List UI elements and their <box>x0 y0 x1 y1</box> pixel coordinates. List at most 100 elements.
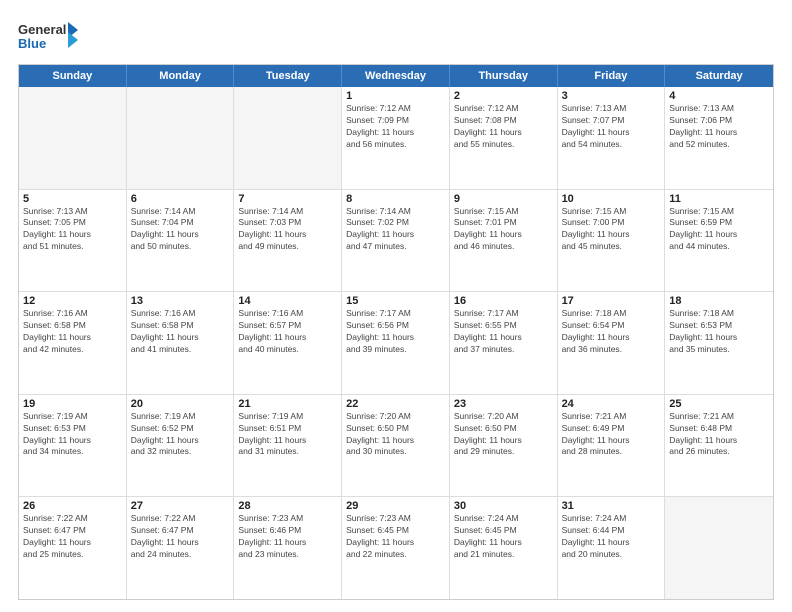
day-cell-15: 15Sunrise: 7:17 AMSunset: 6:56 PMDayligh… <box>342 292 450 394</box>
svg-text:General: General <box>18 22 66 37</box>
day-info-16: Sunrise: 7:17 AMSunset: 6:55 PMDaylight:… <box>454 308 553 356</box>
logo-icon: General Blue <box>18 18 78 56</box>
day-cell-22: 22Sunrise: 7:20 AMSunset: 6:50 PMDayligh… <box>342 395 450 497</box>
day-cell-30: 30Sunrise: 7:24 AMSunset: 6:45 PMDayligh… <box>450 497 558 599</box>
day-number-5: 5 <box>23 193 122 205</box>
day-info-19: Sunrise: 7:19 AMSunset: 6:53 PMDaylight:… <box>23 411 122 459</box>
day-info-25: Sunrise: 7:21 AMSunset: 6:48 PMDaylight:… <box>669 411 769 459</box>
day-info-22: Sunrise: 7:20 AMSunset: 6:50 PMDaylight:… <box>346 411 445 459</box>
day-info-29: Sunrise: 7:23 AMSunset: 6:45 PMDaylight:… <box>346 513 445 561</box>
day-info-8: Sunrise: 7:14 AMSunset: 7:02 PMDaylight:… <box>346 206 445 254</box>
calendar-header-row: SundayMondayTuesdayWednesdayThursdayFrid… <box>19 65 773 87</box>
day-info-9: Sunrise: 7:15 AMSunset: 7:01 PMDaylight:… <box>454 206 553 254</box>
day-info-18: Sunrise: 7:18 AMSunset: 6:53 PMDaylight:… <box>669 308 769 356</box>
day-cell-10: 10Sunrise: 7:15 AMSunset: 7:00 PMDayligh… <box>558 190 666 292</box>
day-number-12: 12 <box>23 295 122 307</box>
day-info-21: Sunrise: 7:19 AMSunset: 6:51 PMDaylight:… <box>238 411 337 459</box>
day-cell-3: 3Sunrise: 7:13 AMSunset: 7:07 PMDaylight… <box>558 87 666 189</box>
day-info-6: Sunrise: 7:14 AMSunset: 7:04 PMDaylight:… <box>131 206 230 254</box>
day-cell-1: 1Sunrise: 7:12 AMSunset: 7:09 PMDaylight… <box>342 87 450 189</box>
header-sunday: Sunday <box>19 65 127 87</box>
header-friday: Friday <box>558 65 666 87</box>
day-info-1: Sunrise: 7:12 AMSunset: 7:09 PMDaylight:… <box>346 103 445 151</box>
day-info-24: Sunrise: 7:21 AMSunset: 6:49 PMDaylight:… <box>562 411 661 459</box>
day-info-13: Sunrise: 7:16 AMSunset: 6:58 PMDaylight:… <box>131 308 230 356</box>
day-info-27: Sunrise: 7:22 AMSunset: 6:47 PMDaylight:… <box>131 513 230 561</box>
day-number-1: 1 <box>346 90 445 102</box>
calendar-body: 1Sunrise: 7:12 AMSunset: 7:09 PMDaylight… <box>19 87 773 599</box>
day-number-6: 6 <box>131 193 230 205</box>
day-number-20: 20 <box>131 398 230 410</box>
day-info-15: Sunrise: 7:17 AMSunset: 6:56 PMDaylight:… <box>346 308 445 356</box>
day-cell-12: 12Sunrise: 7:16 AMSunset: 6:58 PMDayligh… <box>19 292 127 394</box>
calendar: SundayMondayTuesdayWednesdayThursdayFrid… <box>18 64 774 600</box>
empty-cell-w1-d1 <box>127 87 235 189</box>
day-info-10: Sunrise: 7:15 AMSunset: 7:00 PMDaylight:… <box>562 206 661 254</box>
day-cell-5: 5Sunrise: 7:13 AMSunset: 7:05 PMDaylight… <box>19 190 127 292</box>
day-cell-6: 6Sunrise: 7:14 AMSunset: 7:04 PMDaylight… <box>127 190 235 292</box>
day-info-4: Sunrise: 7:13 AMSunset: 7:06 PMDaylight:… <box>669 103 769 151</box>
week-2: 5Sunrise: 7:13 AMSunset: 7:05 PMDaylight… <box>19 190 773 293</box>
day-info-12: Sunrise: 7:16 AMSunset: 6:58 PMDaylight:… <box>23 308 122 356</box>
day-number-24: 24 <box>562 398 661 410</box>
day-number-29: 29 <box>346 500 445 512</box>
header-monday: Monday <box>127 65 235 87</box>
day-cell-27: 27Sunrise: 7:22 AMSunset: 6:47 PMDayligh… <box>127 497 235 599</box>
day-cell-29: 29Sunrise: 7:23 AMSunset: 6:45 PMDayligh… <box>342 497 450 599</box>
empty-cell-w1-d0 <box>19 87 127 189</box>
day-number-19: 19 <box>23 398 122 410</box>
day-cell-21: 21Sunrise: 7:19 AMSunset: 6:51 PMDayligh… <box>234 395 342 497</box>
week-3: 12Sunrise: 7:16 AMSunset: 6:58 PMDayligh… <box>19 292 773 395</box>
day-cell-23: 23Sunrise: 7:20 AMSunset: 6:50 PMDayligh… <box>450 395 558 497</box>
header-tuesday: Tuesday <box>234 65 342 87</box>
day-number-27: 27 <box>131 500 230 512</box>
day-number-30: 30 <box>454 500 553 512</box>
week-5: 26Sunrise: 7:22 AMSunset: 6:47 PMDayligh… <box>19 497 773 599</box>
day-cell-8: 8Sunrise: 7:14 AMSunset: 7:02 PMDaylight… <box>342 190 450 292</box>
day-cell-7: 7Sunrise: 7:14 AMSunset: 7:03 PMDaylight… <box>234 190 342 292</box>
day-cell-9: 9Sunrise: 7:15 AMSunset: 7:01 PMDaylight… <box>450 190 558 292</box>
day-number-16: 16 <box>454 295 553 307</box>
week-1: 1Sunrise: 7:12 AMSunset: 7:09 PMDaylight… <box>19 87 773 190</box>
empty-cell-w5-d6 <box>665 497 773 599</box>
day-info-26: Sunrise: 7:22 AMSunset: 6:47 PMDaylight:… <box>23 513 122 561</box>
day-number-31: 31 <box>562 500 661 512</box>
day-number-22: 22 <box>346 398 445 410</box>
day-number-23: 23 <box>454 398 553 410</box>
day-cell-24: 24Sunrise: 7:21 AMSunset: 6:49 PMDayligh… <box>558 395 666 497</box>
day-cell-31: 31Sunrise: 7:24 AMSunset: 6:44 PMDayligh… <box>558 497 666 599</box>
header-saturday: Saturday <box>665 65 773 87</box>
day-cell-19: 19Sunrise: 7:19 AMSunset: 6:53 PMDayligh… <box>19 395 127 497</box>
day-info-23: Sunrise: 7:20 AMSunset: 6:50 PMDaylight:… <box>454 411 553 459</box>
day-cell-16: 16Sunrise: 7:17 AMSunset: 6:55 PMDayligh… <box>450 292 558 394</box>
svg-text:Blue: Blue <box>18 36 46 51</box>
day-cell-25: 25Sunrise: 7:21 AMSunset: 6:48 PMDayligh… <box>665 395 773 497</box>
day-number-8: 8 <box>346 193 445 205</box>
header-thursday: Thursday <box>450 65 558 87</box>
day-info-20: Sunrise: 7:19 AMSunset: 6:52 PMDaylight:… <box>131 411 230 459</box>
day-number-21: 21 <box>238 398 337 410</box>
empty-cell-w1-d2 <box>234 87 342 189</box>
day-number-11: 11 <box>669 193 769 205</box>
day-info-31: Sunrise: 7:24 AMSunset: 6:44 PMDaylight:… <box>562 513 661 561</box>
day-number-3: 3 <box>562 90 661 102</box>
day-number-17: 17 <box>562 295 661 307</box>
logo: General Blue <box>18 18 78 56</box>
day-number-13: 13 <box>131 295 230 307</box>
day-cell-2: 2Sunrise: 7:12 AMSunset: 7:08 PMDaylight… <box>450 87 558 189</box>
day-cell-20: 20Sunrise: 7:19 AMSunset: 6:52 PMDayligh… <box>127 395 235 497</box>
day-info-5: Sunrise: 7:13 AMSunset: 7:05 PMDaylight:… <box>23 206 122 254</box>
day-cell-11: 11Sunrise: 7:15 AMSunset: 6:59 PMDayligh… <box>665 190 773 292</box>
day-info-2: Sunrise: 7:12 AMSunset: 7:08 PMDaylight:… <box>454 103 553 151</box>
day-number-4: 4 <box>669 90 769 102</box>
day-cell-14: 14Sunrise: 7:16 AMSunset: 6:57 PMDayligh… <box>234 292 342 394</box>
day-info-11: Sunrise: 7:15 AMSunset: 6:59 PMDaylight:… <box>669 206 769 254</box>
day-number-15: 15 <box>346 295 445 307</box>
day-cell-18: 18Sunrise: 7:18 AMSunset: 6:53 PMDayligh… <box>665 292 773 394</box>
day-number-7: 7 <box>238 193 337 205</box>
day-number-10: 10 <box>562 193 661 205</box>
day-number-25: 25 <box>669 398 769 410</box>
page: General Blue SundayMondayTuesdayWednesda… <box>0 0 792 612</box>
day-info-28: Sunrise: 7:23 AMSunset: 6:46 PMDaylight:… <box>238 513 337 561</box>
day-cell-13: 13Sunrise: 7:16 AMSunset: 6:58 PMDayligh… <box>127 292 235 394</box>
